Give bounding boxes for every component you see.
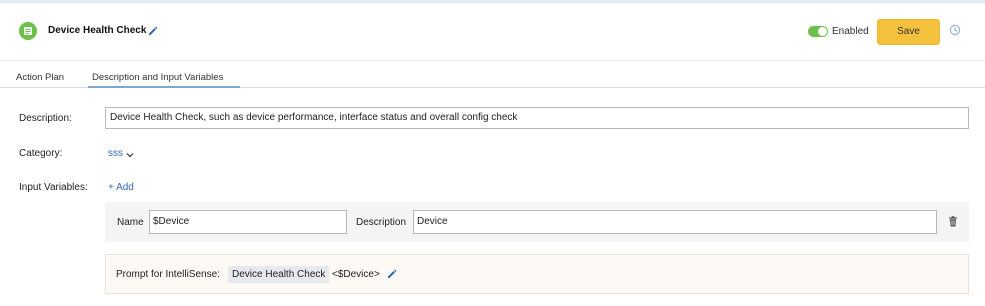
- description-field[interactable]: Device Health Check, such as device perf…: [105, 107, 969, 129]
- variable-name-field[interactable]: $Device: [149, 210, 347, 234]
- variable-row: Name $Device Description Device: [105, 202, 969, 242]
- add-variable-link[interactable]: + Add: [108, 182, 134, 193]
- pencil-icon[interactable]: [147, 25, 158, 39]
- category-label: Category:: [19, 148, 63, 159]
- category-select[interactable]: sss: [108, 148, 123, 159]
- tab-description-input-variables[interactable]: Description and Input Variables: [92, 72, 223, 83]
- pencil-icon[interactable]: [386, 268, 397, 282]
- tab-bar: Action Plan Description and Input Variab…: [0, 68, 985, 88]
- enabled-toggle[interactable]: [808, 26, 828, 37]
- save-button[interactable]: Save: [877, 19, 940, 45]
- variable-description-field[interactable]: Device: [413, 210, 937, 234]
- tab-action-plan[interactable]: Action Plan: [16, 72, 64, 83]
- history-clock-icon[interactable]: [949, 24, 961, 39]
- prompt-variable-token: <$Device>: [332, 269, 380, 280]
- variable-description-label: Description: [356, 217, 407, 228]
- app-logo-icon: [19, 22, 37, 40]
- enabled-label: Enabled: [832, 26, 869, 37]
- input-variables-label: Input Variables:: [19, 182, 88, 193]
- variable-name-label: Name: [117, 217, 144, 228]
- active-tab-indicator: [88, 86, 240, 88]
- intellisense-prompt-box: Prompt for IntelliSense: Device Health C…: [105, 254, 969, 294]
- page-header: Device Health Check Enabled Save: [0, 3, 985, 61]
- prompt-label: Prompt for IntelliSense:: [116, 269, 220, 280]
- chevron-down-icon[interactable]: [126, 150, 134, 161]
- trash-icon[interactable]: [948, 216, 958, 230]
- prompt-title-chip: Device Health Check: [228, 266, 330, 283]
- page-title: Device Health Check: [48, 25, 147, 36]
- description-label: Description:: [19, 113, 72, 124]
